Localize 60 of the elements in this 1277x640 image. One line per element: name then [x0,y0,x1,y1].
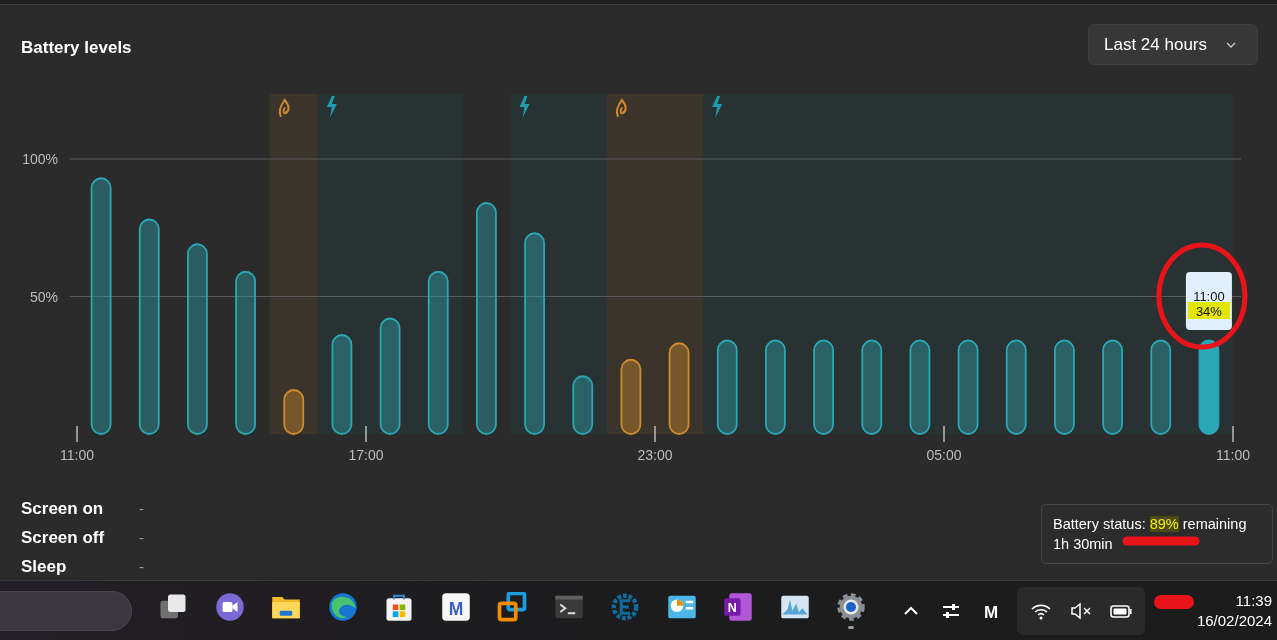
usage-label: Screen on [21,498,105,519]
m-logo[interactable]: M [440,592,471,622]
chart-bar[interactable] [187,243,208,435]
tooltip-time: 11:00 [1193,289,1225,304]
chart-bar[interactable] [668,342,690,435]
chart-bar[interactable] [235,270,256,435]
leaf-icon [278,99,290,117]
section-title: Battery levels [21,38,132,58]
lightning-icon [519,96,530,118]
chart-bar[interactable] [524,232,545,435]
chart-bar[interactable] [716,339,738,435]
usage-label: Sleep [21,556,68,577]
chart-bar[interactable] [909,339,931,435]
usage-label: Screen off [21,527,106,548]
settings-icon[interactable] [836,592,867,622]
usage-value: - [139,529,145,546]
tooltip-text: 1h 30min [1053,535,1113,554]
axis-label: 05:00 [926,447,962,463]
clock-date[interactable]: 16/02/2024 [1196,610,1272,631]
chart-bar[interactable] [1150,339,1172,435]
overlapping-squares-icon[interactable] [497,592,528,622]
axis-label: 50% [29,288,58,305]
chart-bar[interactable] [427,270,449,435]
chart-bar[interactable] [1054,339,1075,435]
chart-bar[interactable] [379,317,401,435]
chart-bar[interactable] [283,389,305,435]
axis-label: 11:00 [60,447,94,463]
lightning-icon [326,96,337,118]
axis-label: 23:00 [637,447,673,463]
chart-bar[interactable] [1198,339,1220,435]
axis-label: 100% [22,151,58,167]
video-camera-icon[interactable] [214,592,245,622]
chart-bar[interactable] [813,339,834,435]
chart-bar[interactable] [1102,339,1123,435]
m-logo[interactable]: M [978,598,1003,623]
chart-bar[interactable] [572,375,594,435]
cog-icon[interactable] [610,592,641,622]
chart-bar[interactable] [476,202,497,435]
usage-value: - [139,558,145,575]
leaf-icon [615,99,627,117]
browser-icon[interactable] [327,592,358,622]
tooltip-text: Battery status: 89% remaining [1053,515,1247,534]
chart-bar[interactable] [861,339,883,435]
axis-label: 17:00 [348,447,384,463]
clock-time[interactable]: 11:39 [1196,590,1272,611]
usage-value: - [139,500,145,517]
redaction-mark [1152,593,1195,610]
chart-bar[interactable] [1005,339,1027,435]
axis-label: 11:00 [1216,447,1250,463]
shopping-bag-icon[interactable] [384,592,415,622]
chart-bar[interactable] [620,358,642,435]
status-area[interactable] [1016,586,1145,635]
chart-bar[interactable] [90,177,112,435]
lightning-icon [712,96,723,118]
chart-bar[interactable] [138,218,160,435]
chart-bar[interactable] [957,339,979,435]
tooltip-value: 34% [1187,302,1230,319]
chart-bar[interactable] [765,339,786,435]
range-dropdown[interactable]: Last 24 hours [1088,24,1258,65]
chart-bar[interactable] [331,334,353,435]
